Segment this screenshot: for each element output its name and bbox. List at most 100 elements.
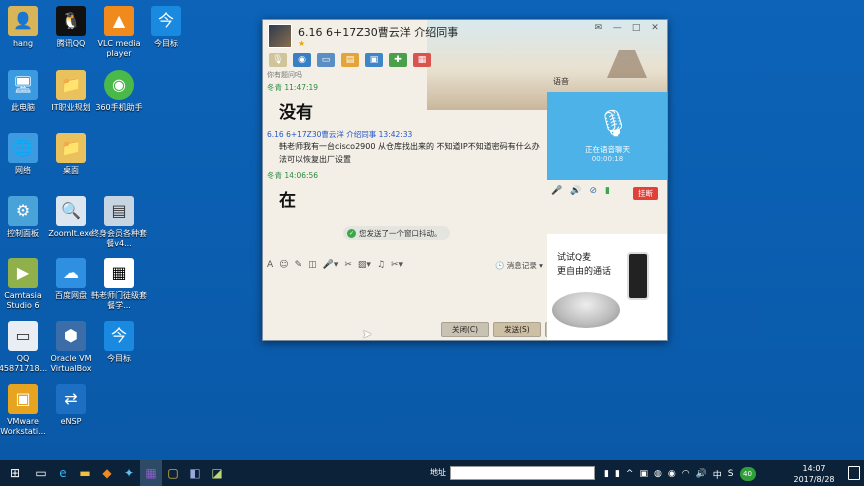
feishu-icon[interactable]: ✦ bbox=[118, 460, 140, 486]
font-icon[interactable]: A bbox=[267, 260, 273, 270]
emoji-icon[interactable]: ☺ bbox=[279, 260, 288, 270]
ime-indicator[interactable]: 中 bbox=[713, 468, 722, 481]
hangup-button[interactable]: 挂断 bbox=[633, 187, 658, 200]
user-folder-icon: 👤 bbox=[8, 6, 38, 36]
qq-window-icon: ▭ bbox=[8, 321, 38, 351]
count-badge[interactable]: 40 bbox=[739, 467, 756, 481]
qq-chat-window: 6.16 6+17Z30曹云洋 介绍同事 ★ ✉ — □ ✕ 🎙 ◉ ▭ ▤ ▣… bbox=[262, 19, 668, 341]
message-sender: 冬青 11:47:19 bbox=[267, 83, 319, 92]
message-sender: 6.16 6+17Z30曹云洋 介绍同事 13:42:33 bbox=[267, 130, 413, 139]
video-call-icon[interactable]: ◉ bbox=[293, 53, 311, 67]
remote-desktop-icon[interactable]: ▭ bbox=[317, 53, 335, 67]
clock[interactable]: 14:07 2017/8/28 bbox=[790, 463, 838, 485]
create-group-icon[interactable]: ✚ bbox=[389, 53, 407, 67]
volume-icon[interactable]: 🔊 bbox=[696, 469, 707, 479]
qq-penguin-icon: 🐧 bbox=[56, 6, 86, 36]
voice-status: 正在语音聊天 bbox=[585, 145, 630, 154]
app-icon[interactable]: ◆ bbox=[96, 460, 118, 486]
document-icon: ▤ bbox=[104, 196, 134, 226]
desktop-icon-desktop-folder[interactable]: 📁 桌面 bbox=[42, 133, 100, 176]
ad-line-2: 更自由的通话 bbox=[557, 267, 612, 277]
file-explorer-icon[interactable]: ▬ bbox=[74, 460, 96, 486]
microphone-icon: 🎙 bbox=[596, 109, 630, 139]
music-icon[interactable]: ♫ bbox=[377, 260, 385, 270]
address-label: 地址 bbox=[430, 468, 446, 477]
chevron-up-icon[interactable]: ^ bbox=[626, 469, 634, 479]
sticky-icon[interactable]: ▢ bbox=[162, 460, 184, 486]
desktop-icon-jinmubiao-2[interactable]: 今 今目标 bbox=[90, 321, 148, 364]
wifi-icon[interactable]: ◠ bbox=[682, 469, 690, 479]
magic-icon[interactable]: ✎ bbox=[295, 260, 303, 270]
message-text: 韩老师我有一台cisco2900 从仓库找出来的 不知道IP不知道密码有什么办法… bbox=[279, 142, 540, 164]
message-sender: 冬青 14:06:56 bbox=[267, 171, 319, 180]
baidu-cloud-icon: ☁ bbox=[56, 258, 86, 288]
avatar[interactable] bbox=[268, 24, 292, 48]
partial-message: 你有题问吗 bbox=[267, 71, 302, 79]
notes-icon[interactable]: ◧ bbox=[184, 460, 206, 486]
message-history-button[interactable]: 🕒 消息记录 ▾ bbox=[495, 260, 543, 271]
tab-voice[interactable]: 语音 bbox=[553, 76, 569, 87]
q-mic-ad[interactable]: 试试Q麦 更自由的通话 bbox=[547, 234, 667, 340]
minimize-button[interactable]: — bbox=[609, 23, 625, 33]
voice-call-icon[interactable]: 🎙 bbox=[269, 53, 287, 67]
voice-call-panel: 🎙 正在语音聊天 00:00:18 bbox=[547, 92, 667, 180]
desktop-icon-han-teacher-doc[interactable]: ▦ 韩老师门徒级套餐学... bbox=[90, 258, 148, 311]
task-view-icon[interactable]: ▭ bbox=[30, 460, 52, 486]
close-icon[interactable]: ✕ bbox=[647, 23, 663, 33]
file-transfer-icon[interactable]: ▤ bbox=[341, 53, 359, 67]
voice-controls: 🎤 🔊 ⊘ ▮ bbox=[551, 186, 610, 196]
windows-start-icon[interactable]: ⊞ bbox=[0, 460, 30, 486]
mic-toggle-icon[interactable]: 🎤 bbox=[551, 186, 562, 196]
desktop-icon-jinmubiao[interactable]: 今 今目标 bbox=[137, 6, 195, 49]
folder-icon: 📁 bbox=[56, 70, 86, 100]
notification-icon[interactable] bbox=[848, 466, 860, 480]
control-panel-icon: ⚙ bbox=[8, 196, 38, 226]
send-button[interactable]: 发送(S) bbox=[493, 322, 541, 337]
shake-icon[interactable]: ◫ bbox=[308, 260, 317, 270]
taskbar: ⊞ ▭ e ▬ ◆ ✦ ▦ ▢ ◧ ◪ 地址 ▮ ▮ ^ ▣ ◍ ◉ ◠ 🔊 中… bbox=[0, 460, 864, 486]
voice-timer: 00:00:18 bbox=[591, 155, 624, 163]
wechat-icon[interactable]: ◍ bbox=[654, 469, 662, 479]
vmware-icon: ▣ bbox=[8, 384, 38, 414]
image-icon[interactable]: ▨▾ bbox=[358, 260, 371, 270]
vlc-cone-icon: ▲ bbox=[104, 6, 134, 36]
check-icon: ✓ bbox=[347, 228, 356, 238]
ensp-taskbar-icon[interactable]: ▦ bbox=[140, 460, 162, 486]
folder-icon: 📁 bbox=[56, 133, 86, 163]
speaker-icon[interactable]: 🔊 bbox=[570, 186, 581, 196]
phone-image bbox=[627, 252, 649, 300]
desktop-icon-ensp[interactable]: ⇄ eNSP bbox=[42, 384, 100, 427]
edge-browser-icon[interactable]: e bbox=[52, 460, 74, 486]
screen-share-icon[interactable]: ▣ bbox=[365, 53, 383, 67]
address-input[interactable] bbox=[450, 466, 595, 480]
voice-message-icon[interactable]: 🎤▾ bbox=[323, 260, 339, 270]
close-chat-button[interactable]: 关闭(C) bbox=[441, 322, 490, 337]
camtasia-taskbar-icon[interactable]: ◪ bbox=[206, 460, 228, 486]
360-assistant-icon: ◉ bbox=[104, 70, 134, 100]
antivirus-icon[interactable]: S bbox=[728, 469, 734, 479]
mail-icon[interactable]: ✉ bbox=[590, 23, 606, 33]
camera-off-icon[interactable]: ⊘ bbox=[589, 186, 597, 196]
bottom-buttons: 关闭(C) 发送(S) ▾ bbox=[441, 322, 563, 337]
tools-icon[interactable]: ✂▾ bbox=[391, 260, 403, 270]
tray-app-icon[interactable]: ▣ bbox=[639, 469, 648, 479]
virtualbox-icon: ⬢ bbox=[56, 321, 86, 351]
camtasia-icon: ▶ bbox=[8, 258, 38, 288]
window-controls: ✉ — □ ✕ bbox=[590, 23, 663, 33]
speaker-device-image bbox=[552, 292, 620, 328]
star-icon: ★ bbox=[298, 39, 306, 48]
battery-icon[interactable]: ▮ bbox=[615, 469, 620, 479]
mouse-cursor-icon: ➤ bbox=[362, 327, 373, 341]
title-bar[interactable]: 6.16 6+17Z30曹云洋 介绍同事 ★ ✉ — □ ✕ bbox=[263, 20, 667, 50]
apps-icon[interactable]: ▦ bbox=[413, 53, 431, 67]
vpn-icon[interactable]: ◉ bbox=[668, 469, 676, 479]
message-text: 在 bbox=[279, 191, 296, 211]
maximize-button[interactable]: □ bbox=[628, 23, 644, 33]
desktop-icon-360-assistant[interactable]: ◉ 360手机助手 bbox=[90, 70, 148, 113]
screenshot-icon[interactable]: ✂ bbox=[344, 260, 352, 270]
jinmubiao-icon: 今 bbox=[151, 6, 181, 36]
window-title: 6.16 6+17Z30曹云洋 介绍同事 bbox=[298, 26, 459, 39]
qr-document-icon: ▦ bbox=[104, 258, 134, 288]
battery-icon[interactable]: ▮ bbox=[604, 469, 609, 479]
desktop-icon-membership-doc[interactable]: ▤ 终身会员各种套餐v4... bbox=[90, 196, 148, 249]
